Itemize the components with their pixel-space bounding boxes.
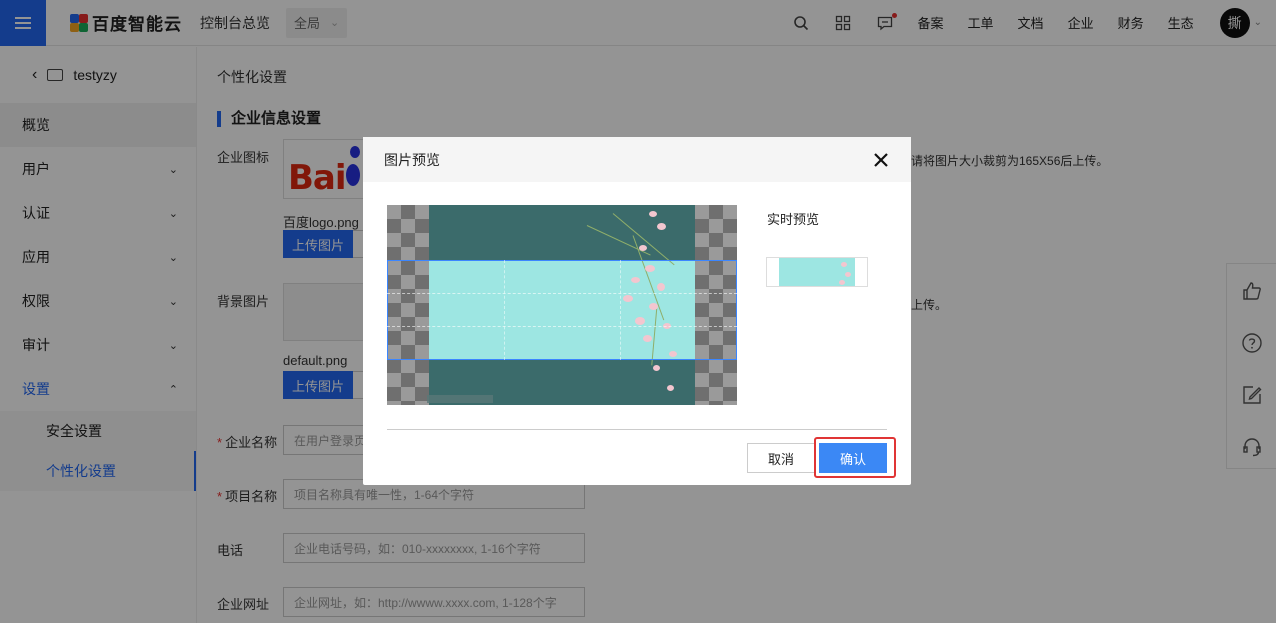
crop-guide-line [620,260,621,360]
confirm-button-highlight [814,437,896,478]
flower-petal [841,262,847,267]
close-icon[interactable] [871,150,891,170]
image-preview-dialog: 图片预览 实时预览 取消 确认 [363,137,911,485]
dialog-header: 图片预览 [363,137,911,182]
flower-petal [657,223,666,230]
dialog-title: 图片预览 [384,151,440,168]
crop-guide-line [387,293,737,294]
dialog-divider [387,429,887,430]
flower-petal [653,365,660,371]
crop-guide-line [504,260,505,360]
flower-petal [839,280,845,285]
flower-petal [649,211,657,217]
flower-petal [845,272,851,277]
flower-petal [667,385,674,391]
image-watermark [427,395,493,403]
image-crop-area[interactable] [387,205,737,405]
live-preview-label: 实时预览 [767,212,820,227]
crop-selection-box[interactable] [387,260,737,360]
flower-petal [639,245,647,251]
live-preview-box [766,257,868,287]
cancel-button[interactable]: 取消 [747,443,815,473]
crop-guide-line [387,326,737,327]
